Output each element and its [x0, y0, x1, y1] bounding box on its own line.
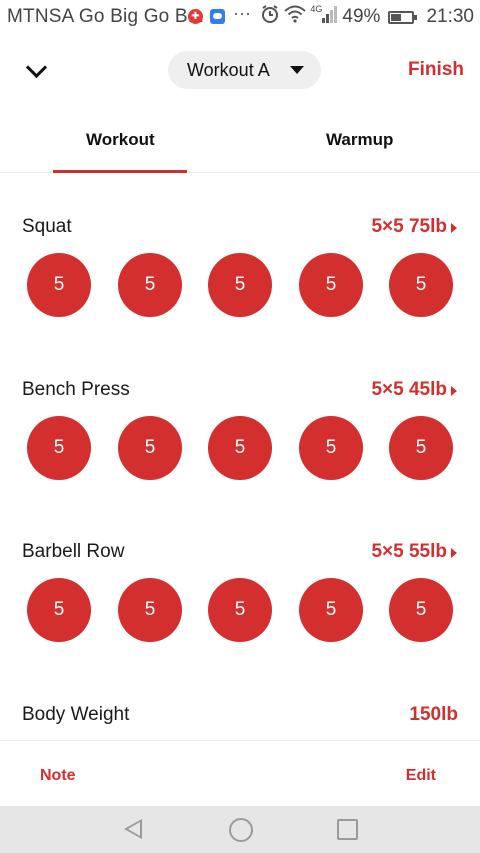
exercise-name: Bench Press — [22, 379, 130, 400]
set-button[interactable]: 5 — [27, 578, 91, 642]
messenger-icon — [210, 9, 225, 24]
edit-button[interactable]: Edit — [406, 767, 436, 785]
finish-button[interactable]: Finish — [408, 59, 464, 81]
exercise-scheme[interactable]: 5×5 55lb — [371, 541, 447, 563]
back-icon[interactable] — [124, 819, 142, 839]
workout-name: Workout A — [187, 59, 270, 80]
set-list: 5 5 5 5 5 — [27, 416, 455, 480]
more-notifications-icon: ··· — [233, 3, 251, 23]
home-icon[interactable] — [229, 818, 253, 842]
set-button[interactable]: 5 — [118, 416, 182, 480]
set-button[interactable]: 5 — [389, 578, 453, 642]
exercise-scheme[interactable]: 5×5 45lb — [371, 379, 447, 401]
exercise-scheme[interactable]: 5×5 75lb — [371, 216, 447, 238]
caret-right-icon[interactable] — [451, 386, 457, 396]
chevron-down-icon[interactable] — [25, 56, 48, 79]
carrier-name: MTNSA Go Big Go B... — [7, 6, 205, 27]
tab-bar: Workout Warmup — [0, 106, 480, 173]
body-weight-value[interactable]: 150lb — [409, 704, 458, 726]
clock: 21:30 — [426, 6, 474, 27]
exercise-barbell-row: Barbell Row 5×5 55lb 5 5 5 5 5 — [0, 541, 480, 661]
bottom-action-bar: Note Edit — [0, 740, 480, 807]
tab-warmup[interactable]: Warmup — [326, 130, 393, 150]
set-list: 5 5 5 5 5 — [27, 253, 455, 317]
status-icons: 4G 49% 21:30 — [260, 0, 474, 34]
caret-right-icon[interactable] — [451, 548, 457, 558]
set-button[interactable]: 5 — [389, 253, 453, 317]
set-button[interactable]: 5 — [208, 416, 272, 480]
caret-down-icon — [290, 66, 304, 74]
workout-selector[interactable]: Workout A — [168, 51, 321, 89]
set-button[interactable]: 5 — [27, 416, 91, 480]
network-type: 4G — [310, 4, 323, 14]
status-bar: MTNSA Go Big Go B... ✚ ··· 4G 49% 21:30 — [0, 0, 480, 34]
exercise-name: Squat — [22, 216, 72, 237]
set-button[interactable]: 5 — [118, 253, 182, 317]
set-button[interactable]: 5 — [299, 578, 363, 642]
signal-icon — [322, 5, 338, 29]
battery-icon — [388, 10, 418, 24]
app-header: Workout A Finish — [0, 34, 480, 106]
alarm-icon — [260, 4, 280, 30]
active-tab-indicator — [53, 170, 187, 173]
recents-icon[interactable] — [337, 819, 358, 840]
body-weight-row[interactable]: Body Weight 150lb — [0, 704, 480, 734]
set-button[interactable]: 5 — [389, 416, 453, 480]
battery-percent: 49% — [342, 6, 381, 27]
body-weight-label: Body Weight — [22, 704, 130, 725]
wifi-icon — [284, 5, 307, 29]
exercise-squat: Squat 5×5 75lb 5 5 5 5 5 — [0, 216, 480, 336]
caret-right-icon[interactable] — [451, 223, 457, 233]
exercise-name: Barbell Row — [22, 541, 125, 562]
set-button[interactable]: 5 — [118, 578, 182, 642]
tab-workout[interactable]: Workout — [86, 130, 155, 150]
exercise-bench-press: Bench Press 5×5 45lb 5 5 5 5 5 — [0, 379, 480, 499]
set-button[interactable]: 5 — [208, 578, 272, 642]
set-button[interactable]: 5 — [208, 253, 272, 317]
notification-red-icon: ✚ — [188, 9, 203, 24]
set-list: 5 5 5 5 5 — [27, 578, 455, 642]
system-nav-bar — [0, 806, 480, 853]
set-button[interactable]: 5 — [299, 253, 363, 317]
note-button[interactable]: Note — [40, 767, 76, 785]
set-button[interactable]: 5 — [27, 253, 91, 317]
set-button[interactable]: 5 — [299, 416, 363, 480]
